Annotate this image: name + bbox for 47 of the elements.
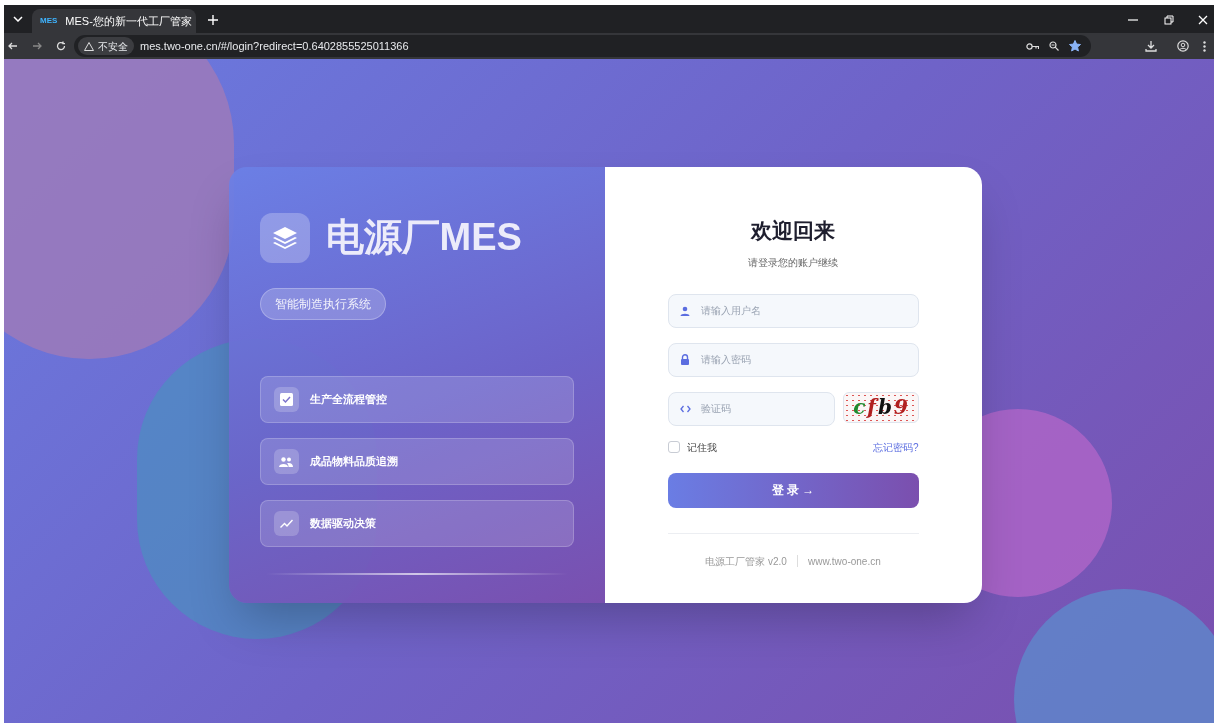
trend-line-icon (279, 519, 293, 528)
security-label: 不安全 (98, 39, 128, 54)
captcha-character: b (877, 394, 892, 421)
reload-icon[interactable] (56, 41, 66, 51)
footer-text: www.two-one.cn (807, 554, 881, 569)
close-icon[interactable] (1198, 15, 1208, 25)
forgot-password-link[interactable]: 忘记密码? (872, 439, 919, 455)
footer-text: 电源工厂管家 v2.0 (705, 554, 787, 569)
warning-icon (84, 41, 94, 51)
address-bar[interactable]: 不安全 mes.two-one.cn/#/login?redirect=0.6402855525011366 (74, 35, 1091, 57)
password-field[interactable]: 请输入密码 (667, 342, 919, 377)
feature-label: 数据驱动决策 (309, 516, 376, 532)
lock-icon (679, 353, 690, 365)
layers-icon (272, 226, 297, 249)
download-icon[interactable] (1145, 40, 1157, 52)
bookmark-star-icon[interactable] (1069, 40, 1081, 52)
restore-icon[interactable] (1164, 15, 1174, 25)
welcome-subheading: 请登录您的账户继续 (748, 255, 838, 270)
zoom-icon[interactable] (1049, 41, 1059, 51)
profile-icon[interactable] (1177, 40, 1189, 52)
favicon: MES (40, 15, 58, 27)
user-icon (679, 305, 690, 316)
captcha-character: c (853, 394, 866, 421)
captcha-image[interactable]: cfb9 (842, 391, 919, 423)
captcha-character: 9 (893, 394, 908, 421)
subtitle-pill: 智能制造执行系统 (259, 288, 386, 320)
feature-label: 成品物料品质追溯 (309, 454, 398, 470)
remember-checkbox[interactable] (667, 441, 680, 453)
menu-icon[interactable] (1203, 40, 1206, 52)
security-chip[interactable]: 不安全 (78, 37, 134, 55)
people-icon (279, 456, 293, 467)
welcome-heading: 欢迎回来 (751, 218, 835, 244)
brand-title: 电源厂MES (325, 215, 522, 260)
captcha-field[interactable]: 验证码 (667, 391, 835, 426)
code-icon (679, 404, 691, 413)
key-icon[interactable] (1026, 42, 1039, 50)
login-button[interactable]: 登 录 → (667, 472, 919, 508)
remember-label: 记住我 (686, 440, 717, 455)
feature-label: 生产全流程管控 (309, 392, 387, 408)
url-text: mes.two-one.cn/#/login?redirect=0.6402855525011366 (140, 38, 410, 54)
new-tab-icon[interactable] (208, 15, 218, 25)
tab-title: MES-您的新一代工厂管家 (65, 13, 192, 29)
back-icon[interactable] (8, 41, 18, 51)
browser-tab[interactable]: MES MES-您的新一代工厂管家 (32, 9, 196, 33)
checkbox-icon (279, 393, 293, 406)
forward-icon[interactable] (32, 41, 42, 51)
username-field[interactable]: 请输入用户名 (667, 293, 919, 328)
